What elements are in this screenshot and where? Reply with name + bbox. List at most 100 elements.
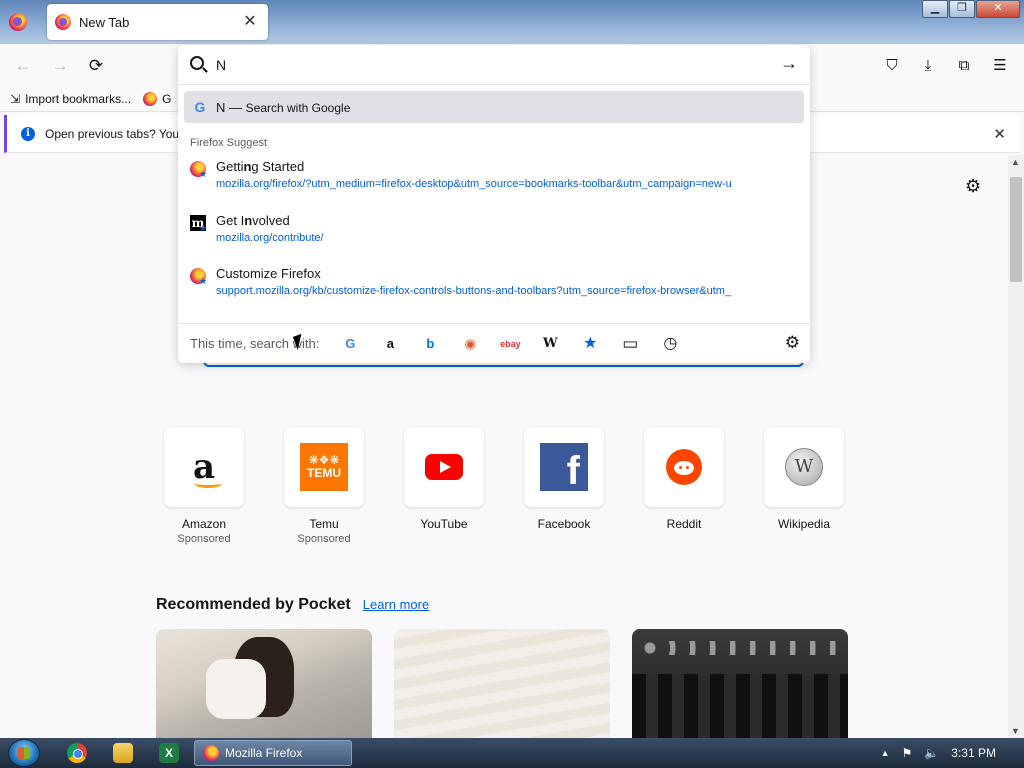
minimize-button[interactable]: ▁ xyxy=(922,0,948,18)
top-site-temu[interactable]: ❋❖❋ TEMU Temu Sponsored xyxy=(284,427,364,545)
info-icon: i xyxy=(21,126,35,141)
tile-icon-box xyxy=(644,427,724,507)
firefox-taskbar-button[interactable]: Mozilla Firefox xyxy=(194,740,352,766)
one-off-search-row: This time, search with: G a b ◉ ebay W ★… xyxy=(178,323,810,363)
pocket-card[interactable] xyxy=(632,629,848,738)
pocket-card[interactable] xyxy=(394,629,610,738)
top-site-name: Wikipedia xyxy=(777,517,831,531)
tab-new-tab[interactable]: New Tab ✕ xyxy=(47,4,268,40)
bookmark-star-icon: ★ xyxy=(199,276,208,286)
firefox-app-icon xyxy=(9,13,27,31)
address-bar-popup: N → G N — Search with Google Firefox Sug… xyxy=(178,45,810,363)
volume-icon[interactable]: 🔈 xyxy=(924,746,939,760)
top-site-name: Facebook xyxy=(537,517,591,531)
title-bar: New Tab ✕ ▁ ❐ ✕ xyxy=(0,0,1024,44)
tray-overflow-icon[interactable]: ▲ xyxy=(881,748,890,758)
search-with-google-row[interactable]: G N — Search with Google xyxy=(184,91,804,123)
temu-logo-icon: ❋❖❋ TEMU xyxy=(300,443,348,491)
top-site-name: Reddit xyxy=(666,517,702,531)
search-settings-gear-icon[interactable]: ⚙ xyxy=(785,333,800,353)
notification-close-icon[interactable]: ✕ xyxy=(993,125,1006,143)
top-site-name: Amazon xyxy=(181,517,227,531)
start-button[interactable] xyxy=(8,739,40,767)
tab-title: New Tab xyxy=(79,14,130,30)
top-site-name: YouTube xyxy=(420,517,468,531)
reddit-logo-icon xyxy=(666,449,702,485)
reload-button[interactable]: ⟳ xyxy=(84,54,108,78)
top-site-amazon[interactable]: a Amazon Sponsored xyxy=(164,427,244,545)
search-icon xyxy=(190,56,204,70)
forward-button[interactable]: → xyxy=(48,54,72,78)
bookmark-star-icon: ★ xyxy=(199,169,208,179)
suggestion-customize-firefox[interactable]: ★ Customize Firefox support.mozilla.org/… xyxy=(190,266,798,312)
query-text: N xyxy=(216,99,226,115)
youtube-logo-icon xyxy=(425,454,463,480)
wikipedia-globe-icon: W xyxy=(785,448,823,486)
tabs-search-button[interactable]: ▭ xyxy=(619,333,641,355)
bing-engine-button[interactable]: b xyxy=(419,333,441,355)
pocket-card[interactable] xyxy=(156,629,372,738)
window-controls: ▁ ❐ ✕ xyxy=(921,0,1020,18)
top-site-youtube[interactable]: YouTube xyxy=(404,427,484,545)
scroll-up-arrow-icon[interactable]: ▲ xyxy=(1011,157,1020,167)
pocket-header: Recommended by Pocket Learn more xyxy=(156,596,429,614)
excel-taskbar-icon[interactable]: X xyxy=(159,743,179,763)
top-site-facebook[interactable]: f Facebook xyxy=(524,427,604,545)
tile-icon-box: W xyxy=(764,427,844,507)
import-icon: ⇲ xyxy=(10,91,21,106)
separator: — xyxy=(229,99,243,115)
newtab-settings-gear-icon[interactable]: ⚙ xyxy=(965,176,981,197)
search-action-label: Search with Google xyxy=(245,100,351,115)
facebook-logo-icon: f xyxy=(540,443,588,491)
tile-icon-box xyxy=(404,427,484,507)
pocket-learn-more-link[interactable]: Learn more xyxy=(363,597,429,612)
top-site-wikipedia[interactable]: W Wikipedia xyxy=(764,427,844,545)
maximize-button[interactable]: ❐ xyxy=(949,0,975,18)
pocket-title: Recommended by Pocket xyxy=(156,596,351,613)
firefox-suggest-heading: Firefox Suggest xyxy=(190,137,268,149)
toolbar-right-icons: ⛉ ⤓ ⧉ ☰ xyxy=(880,54,1012,78)
pocket-card-image xyxy=(394,629,610,738)
action-center-flag-icon[interactable]: ⚑ xyxy=(902,746,913,760)
address-bar-input[interactable]: N xyxy=(216,57,226,73)
ebay-engine-button[interactable]: ebay xyxy=(499,333,521,355)
address-bar-input-row[interactable]: N → xyxy=(178,45,810,85)
vertical-scrollbar[interactable]: ▲ ▼ xyxy=(1008,155,1024,738)
duckduckgo-engine-button[interactable]: ◉ xyxy=(459,333,481,355)
go-arrow-icon[interactable]: → xyxy=(780,53,798,74)
suggestion-getting-started[interactable]: ★ Getting Started mozilla.org/firefox/?u… xyxy=(190,159,798,205)
top-sites: a Amazon Sponsored ❋❖❋ TEMU Temu Sponsore… xyxy=(164,427,844,545)
back-button[interactable]: ← xyxy=(11,54,35,78)
close-window-button[interactable]: ✕ xyxy=(976,0,1020,18)
suggestion-title: Customize Firefox xyxy=(216,266,321,281)
scroll-thumb[interactable] xyxy=(1010,177,1022,282)
pocket-card-image xyxy=(156,629,372,738)
wikipedia-engine-button[interactable]: W xyxy=(539,333,561,355)
tab-close-icon[interactable]: ✕ xyxy=(240,12,260,32)
pocket-icon[interactable]: ⛉ xyxy=(880,54,904,78)
history-search-button[interactable]: ◷ xyxy=(659,333,681,355)
top-site-name: Temu xyxy=(309,517,339,531)
clock[interactable]: 3:31 PM xyxy=(951,746,996,760)
extensions-icon[interactable]: ⧉ xyxy=(952,54,976,78)
suggestion-get-involved[interactable]: m ★ Get Involved mozilla.org/contribute/ xyxy=(190,213,798,259)
top-site-reddit[interactable]: Reddit xyxy=(644,427,724,545)
search-with-google-text: N — Search with Google xyxy=(216,100,350,115)
scroll-down-arrow-icon[interactable]: ▼ xyxy=(1011,726,1020,736)
chrome-taskbar-icon[interactable] xyxy=(67,743,87,763)
google-engine-button[interactable]: G xyxy=(339,333,361,355)
pocket-card-image xyxy=(632,629,848,738)
getting-started-bookmark[interactable]: G xyxy=(143,91,171,106)
menu-icon[interactable]: ☰ xyxy=(988,54,1012,78)
explorer-folder-icon[interactable] xyxy=(113,743,133,763)
downloads-icon[interactable]: ⤓ xyxy=(916,54,940,78)
system-tray: ▲ ⚑ 🔈 3:31 PM xyxy=(881,738,1024,768)
import-bookmarks-item[interactable]: ⇲ Import bookmarks... xyxy=(10,92,131,106)
suggestion-title: Getting Started xyxy=(216,159,305,174)
sponsored-label: Sponsored xyxy=(177,533,231,545)
bookmarks-search-button[interactable]: ★ xyxy=(579,333,601,355)
google-icon: G xyxy=(194,99,206,115)
amazon-engine-button[interactable]: a xyxy=(379,333,401,355)
pocket-cards xyxy=(156,629,848,738)
tile-icon-box: a xyxy=(164,427,244,507)
